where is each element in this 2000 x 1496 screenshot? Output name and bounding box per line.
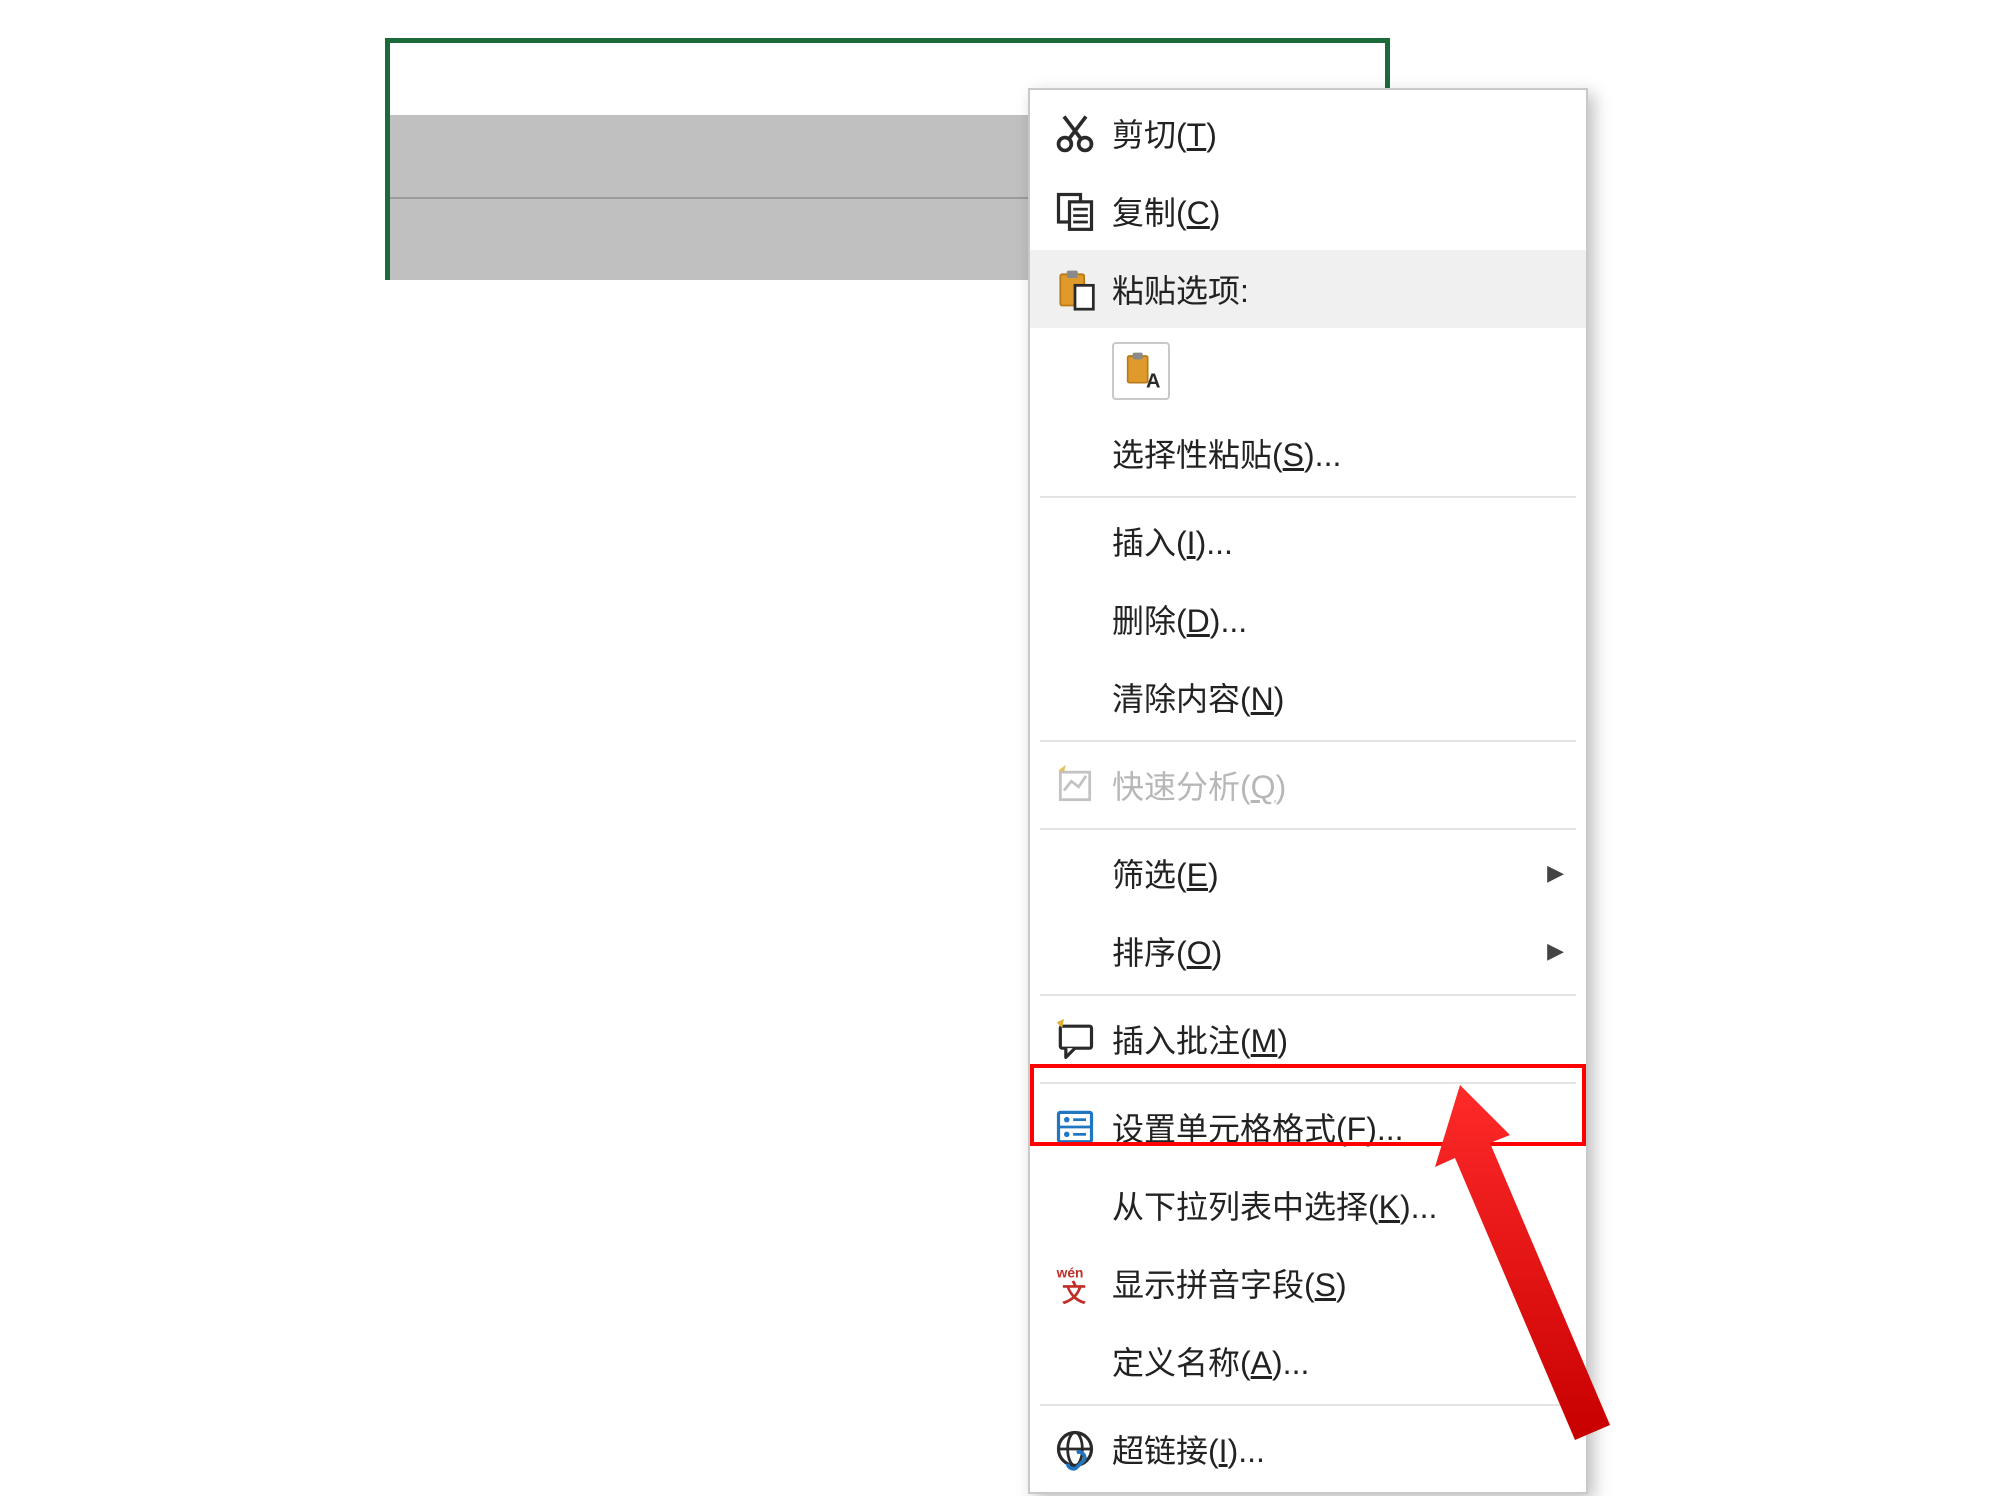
menu-item-show-pinyin[interactable]: wén 文 显示拼音字段(S) xyxy=(1030,1244,1586,1322)
menu-item-clear-contents[interactable]: 清除内容(N) xyxy=(1030,658,1586,736)
menu-item-define-name[interactable]: 定义名称(A)... xyxy=(1030,1322,1586,1400)
menu-item-filter[interactable]: 筛选(E) ▶ xyxy=(1030,834,1586,912)
menu-item-quick-analysis: 快速分析(Q) xyxy=(1030,746,1586,824)
svg-text:文: 文 xyxy=(1062,1279,1086,1305)
menu-label-sort: 排序(O) xyxy=(1112,928,1547,974)
menu-label-show-pinyin: 显示拼音字段(S) xyxy=(1112,1260,1574,1306)
menu-label-clear-contents: 清除内容(N) xyxy=(1112,674,1574,720)
menu-item-insert-comment[interactable]: 插入批注(M) xyxy=(1030,1000,1586,1078)
pinyin-icon: wén 文 xyxy=(1038,1261,1112,1305)
menu-item-paste-options: 粘贴选项: xyxy=(1030,250,1586,328)
menu-label-delete: 删除(D)... xyxy=(1112,596,1574,642)
copy-icon xyxy=(1038,189,1112,233)
submenu-arrow-icon: ▶ xyxy=(1547,938,1574,964)
paste-options-row: A xyxy=(1030,328,1586,414)
menu-item-format-cells[interactable]: 设置单元格格式(F)... xyxy=(1030,1088,1586,1166)
menu-item-sort[interactable]: 排序(O) ▶ xyxy=(1030,912,1586,990)
svg-text:wén: wén xyxy=(1056,1266,1084,1281)
menu-label-format-cells: 设置单元格格式(F)... xyxy=(1112,1104,1574,1150)
menu-item-delete[interactable]: 删除(D)... xyxy=(1030,580,1586,658)
menu-label-paste-options: 粘贴选项: xyxy=(1112,266,1574,312)
cut-icon xyxy=(1038,111,1112,155)
menu-separator xyxy=(1040,994,1576,996)
menu-separator xyxy=(1040,1082,1576,1084)
menu-label-hyperlink: 超链接(I)... xyxy=(1112,1426,1574,1472)
submenu-arrow-icon: ▶ xyxy=(1547,860,1574,886)
menu-label-insert-comment: 插入批注(M) xyxy=(1112,1016,1574,1062)
hyperlink-icon xyxy=(1038,1427,1112,1471)
format-cells-icon xyxy=(1038,1105,1112,1149)
menu-label-pick-from-list: 从下拉列表中选择(K)... xyxy=(1112,1182,1574,1228)
menu-separator xyxy=(1040,828,1576,830)
menu-item-copy[interactable]: 复制(C) xyxy=(1030,172,1586,250)
svg-text:A: A xyxy=(1146,371,1160,391)
quick-analysis-icon xyxy=(1038,763,1112,807)
menu-separator xyxy=(1040,1404,1576,1406)
menu-label-define-name: 定义名称(A)... xyxy=(1112,1338,1574,1384)
context-menu: 剪切(T) 复制(C) 粘贴选项: xyxy=(1028,88,1588,1494)
menu-label-paste-special: 选择性粘贴(S)... xyxy=(1112,430,1574,476)
menu-label-copy: 复制(C) xyxy=(1112,188,1574,234)
paste-icon xyxy=(1038,267,1112,311)
menu-label-cut: 剪切(T) xyxy=(1112,110,1574,156)
menu-item-paste-special[interactable]: 选择性粘贴(S)... xyxy=(1030,414,1586,492)
comment-icon xyxy=(1038,1017,1112,1061)
menu-item-pick-from-list[interactable]: 从下拉列表中选择(K)... xyxy=(1030,1166,1586,1244)
menu-item-hyperlink[interactable]: 超链接(I)... xyxy=(1030,1410,1586,1488)
menu-separator xyxy=(1040,496,1576,498)
paste-option-keep-formatting[interactable]: A xyxy=(1112,342,1170,400)
menu-item-cut[interactable]: 剪切(T) xyxy=(1030,94,1586,172)
menu-label-quick-analysis: 快速分析(Q) xyxy=(1112,762,1574,808)
menu-label-filter: 筛选(E) xyxy=(1112,850,1547,896)
menu-label-insert: 插入(I)... xyxy=(1112,518,1574,564)
menu-item-insert[interactable]: 插入(I)... xyxy=(1030,502,1586,580)
menu-separator xyxy=(1040,740,1576,742)
